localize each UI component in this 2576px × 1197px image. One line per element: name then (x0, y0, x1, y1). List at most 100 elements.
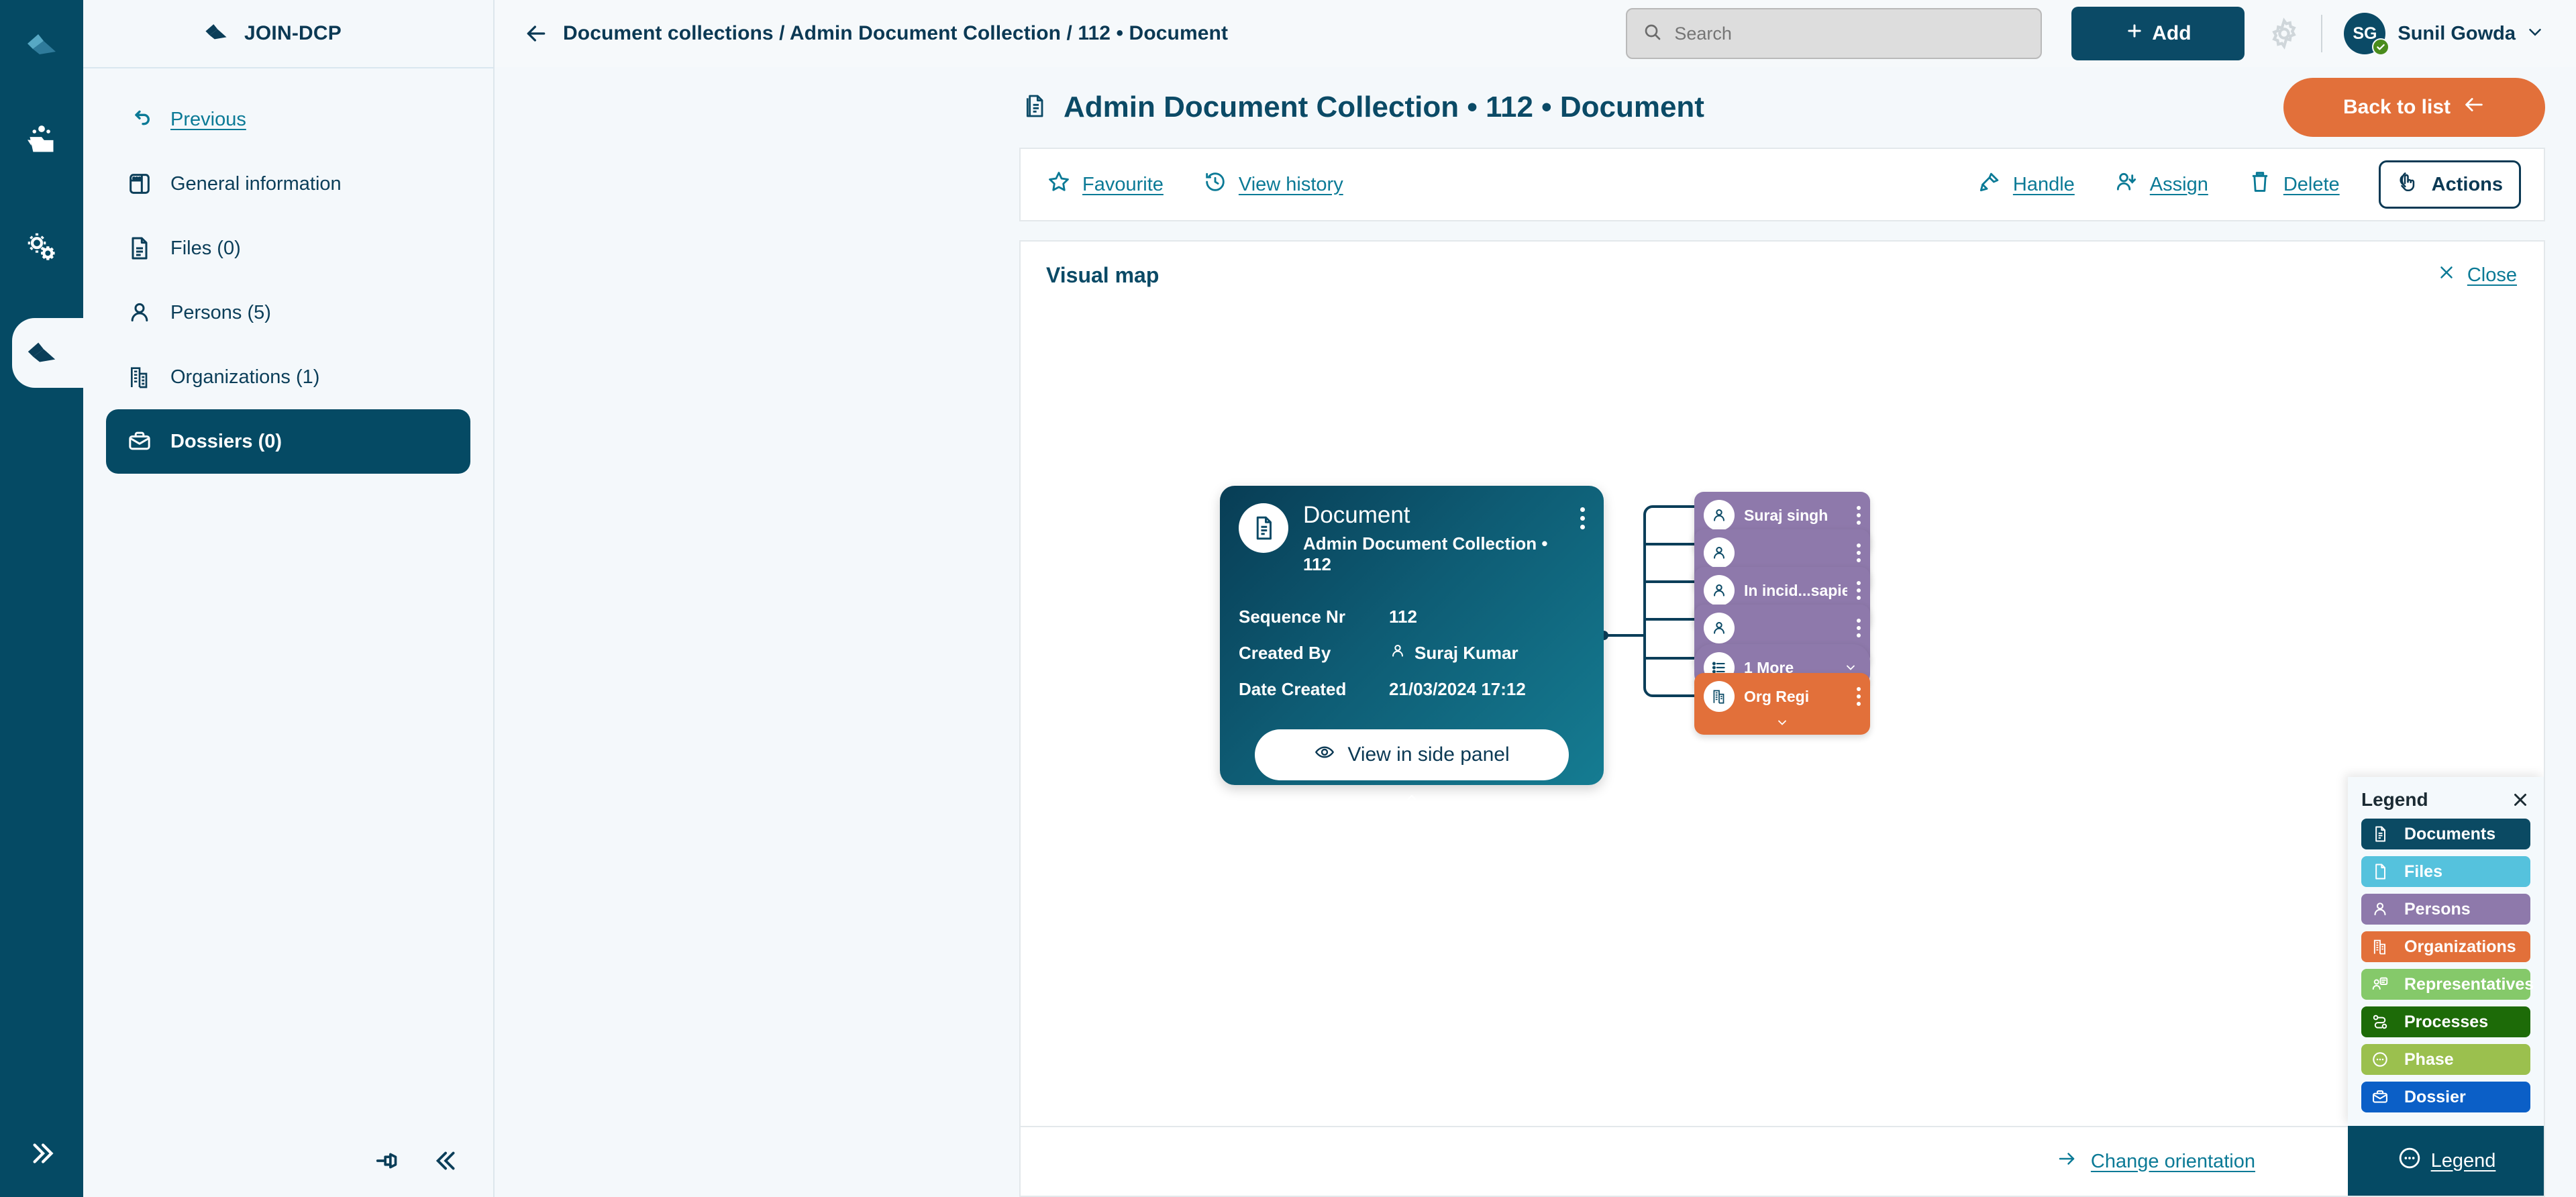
sidebar-item-general-information[interactable]: General information (106, 152, 470, 216)
legend-header: Legend (2361, 789, 2530, 811)
kebab-menu-icon[interactable] (1857, 506, 1861, 525)
actions-button[interactable]: Actions (2379, 160, 2521, 209)
legend-title: Legend (2361, 789, 2428, 811)
legend-panel: Legend Documents Files (2348, 777, 2544, 1126)
chevron-down-icon[interactable] (1841, 661, 1861, 674)
search-input[interactable] (1674, 23, 2026, 44)
legend-item-dossier[interactable]: Dossier (2361, 1082, 2530, 1112)
back-to-list-button[interactable]: Back to list (2283, 78, 2545, 137)
check-badge-icon (2372, 38, 2389, 56)
sidebar-item-organizations[interactable]: Organizations (1) (106, 345, 470, 409)
add-button[interactable]: Add (2071, 7, 2245, 60)
sidebar-title: JOIN-DCP (244, 22, 342, 45)
undo-arrow-icon (126, 106, 153, 133)
actions-label: Actions (2432, 174, 2503, 196)
assign-button[interactable]: Assign (2114, 169, 2208, 200)
document-card-rows: Sequence Nr 112 Created By Suraj Kumar (1239, 599, 1585, 708)
rail-expand-button[interactable] (0, 1137, 83, 1170)
row-value: 21/03/2024 17:12 (1389, 679, 1526, 700)
kebab-menu-icon[interactable] (1857, 687, 1861, 706)
view-in-side-panel-button[interactable]: View in side panel (1255, 729, 1569, 780)
visual-map-close-button[interactable]: Close (2436, 262, 2517, 288)
sidebar-item-persons[interactable]: Persons (5) (106, 280, 470, 345)
legend-item-representatives[interactable]: Representatives (2361, 969, 2530, 1000)
legend-item-persons[interactable]: Persons (2361, 894, 2530, 925)
briefcase-icon (2371, 1088, 2393, 1106)
action-bar-right: Handle Assign Delete Actions (1977, 160, 2521, 209)
arrow-right-icon (2055, 1149, 2079, 1174)
back-arrow-icon[interactable] (523, 20, 550, 47)
person-icon (1704, 575, 1735, 606)
building-icon (1704, 681, 1735, 712)
legend-item-label: Documents (2404, 825, 2495, 844)
node-header (1704, 613, 1861, 643)
legend-item-phase[interactable]: Phase (2361, 1044, 2530, 1075)
search-box[interactable] (1626, 8, 2042, 59)
person-icon (126, 299, 153, 326)
sidebar-item-previous[interactable]: Previous (106, 87, 470, 152)
person-icon (1389, 642, 1406, 664)
legend-item-label: Processes (2404, 1012, 2488, 1032)
close-icon[interactable] (2510, 790, 2530, 810)
file-icon (2371, 862, 2393, 881)
person-icon (1704, 537, 1735, 568)
document-card-title: Document (1303, 503, 1565, 528)
document-card-row: Created By Suraj Kumar (1239, 635, 1585, 672)
rail-item-collections[interactable] (0, 106, 83, 176)
sidebar-item-label: Persons (5) (170, 302, 271, 324)
breadcrumb[interactable]: Document collections / Admin Document Co… (563, 22, 1228, 45)
user-menu[interactable]: SG Sunil Gowda (2344, 13, 2545, 54)
rail-items (0, 106, 83, 388)
change-orientation-button[interactable]: Change orientation (2055, 1149, 2255, 1174)
kebab-menu-icon[interactable] (1857, 619, 1861, 637)
legend-item-label: Files (2404, 862, 2442, 882)
sidebar-item-dossiers[interactable]: Dossiers (0) (106, 409, 470, 474)
sidebar-item-label: General information (170, 173, 342, 195)
node-header: Org Regi (1704, 681, 1861, 712)
page-title-text: Admin Document Collection • 112 • Docume… (1064, 91, 1704, 124)
gear-icon[interactable] (2267, 17, 2301, 50)
legend-item-processes[interactable]: Processes (2361, 1006, 2530, 1037)
node-label: Org Regi (1744, 688, 1809, 706)
pin-icon (1977, 169, 2002, 200)
legend-toggle-button[interactable]: Legend (2348, 1126, 2544, 1196)
view-history-button[interactable]: View history (1202, 169, 1343, 200)
legend-item-label: Phase (2404, 1050, 2454, 1070)
node-organization-org-regi[interactable]: Org Regi (1694, 673, 1870, 735)
delete-button[interactable]: Delete (2247, 169, 2340, 200)
process-icon (2371, 1012, 2393, 1031)
page-header: Admin Document Collection • 112 • Docume… (495, 67, 2576, 148)
phase-dots-icon (2396, 1145, 2423, 1177)
legend-item-files[interactable]: Files (2361, 856, 2530, 887)
action-bar: Favourite View history Handle Assign (1019, 148, 2545, 221)
person-icon (1704, 613, 1735, 643)
handle-button[interactable]: Handle (1977, 169, 2075, 200)
favourite-button[interactable]: Favourite (1046, 169, 1164, 200)
visual-map-title: Visual map (1046, 263, 1159, 288)
legend-item-organizations[interactable]: Organizations (2361, 931, 2530, 962)
close-label: Close (2467, 264, 2517, 287)
history-clock-icon (1202, 169, 1228, 200)
info-card-icon (126, 170, 153, 197)
chevron-double-left-icon[interactable] (431, 1145, 462, 1180)
kebab-menu-icon[interactable] (1580, 503, 1585, 529)
sidebar-item-files[interactable]: Files (0) (106, 216, 470, 280)
legend-item-documents[interactable]: Documents (2361, 819, 2530, 849)
handle-label: Handle (2013, 174, 2075, 196)
plus-icon (2125, 21, 2144, 46)
document-card-titles: Document Admin Document Collection • 112 (1303, 503, 1565, 575)
person-icon (1704, 500, 1735, 531)
user-name: Sunil Gowda (2398, 23, 2516, 45)
visual-map-canvas[interactable]: Document Admin Document Collection • 112… (1021, 309, 2544, 1126)
rail-item-settings[interactable] (0, 212, 83, 282)
node-header: In incid...sapiente (1704, 575, 1861, 606)
chevron-down-icon[interactable] (1704, 716, 1861, 729)
row-key: Sequence Nr (1239, 607, 1389, 627)
pin-icon[interactable] (372, 1145, 403, 1180)
legend-item-label: Dossier (2404, 1088, 2466, 1107)
kebab-menu-icon[interactable] (1857, 543, 1861, 562)
chevron-up-icon[interactable] (1239, 790, 1585, 806)
add-button-label: Add (2152, 22, 2191, 45)
kebab-menu-icon[interactable] (1857, 581, 1861, 600)
document-node-card[interactable]: Document Admin Document Collection • 112… (1220, 486, 1604, 785)
